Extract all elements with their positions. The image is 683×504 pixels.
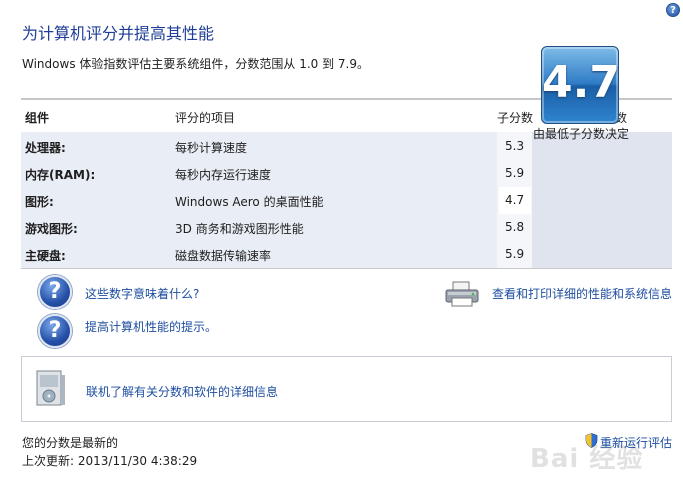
component-label: 内存(RAM): [25,168,96,182]
improve-tips-link[interactable]: 提高计算机性能的提示。 [85,318,217,335]
subscore-value: 5.8 [505,220,525,234]
header-component: 组件 [25,111,50,125]
what-numbers-mean-link[interactable]: 这些数字意味着什么? [85,285,199,302]
software-box-icon [36,370,65,406]
component-label: 处理器: [25,141,66,155]
help-icon[interactable]: ? [666,3,680,17]
subscore-value: 5.9 [505,247,525,261]
component-label: 图形: [25,195,54,209]
component-label: 游戏图形: [25,222,78,236]
last-update: 上次更新: 2013/11/30 4:38:29 [22,454,198,468]
divider [21,268,672,269]
online-info-link[interactable]: 联机了解有关分数和软件的详细信息 [86,383,278,400]
component-label: 主硬盘: [25,249,66,263]
table-row: 处理器: 每秒计算速度 5.3 [21,133,531,160]
table-row: 内存(RAM): 每秒内存运行速度 5.9 [21,160,531,187]
page-title: 为计算机评分并提高其性能 [22,24,215,43]
page-subtitle: Windows 体验指数评估主要系统组件，分数范围从 1.0 到 7.9。 [22,57,369,71]
question-icon: ? [38,275,72,309]
subscore-value: 4.7 [505,193,525,207]
base-score-badge: 4.7 [541,46,620,124]
shield-icon [585,433,598,448]
print-details-link[interactable]: 查看和打印详细的性能和系统信息 [492,285,672,302]
item-label: 每秒内存运行速度 [175,168,272,182]
score-status: 您的分数是最新的 [22,436,119,450]
base-score-value: 4.7 [542,57,620,108]
header-subscore: 子分数 [497,111,534,125]
question-icon: ? [38,314,72,348]
subscore-value: 5.9 [505,166,525,180]
base-score-panel [532,132,672,268]
rerun-assessment-link[interactable]: 重新运行评估 [600,434,672,451]
table-row: 主硬盘: 磁盘数据传输速率 5.9 [21,241,531,268]
item-label: 磁盘数据传输速率 [175,249,272,263]
item-label: Windows Aero 的桌面性能 [175,195,324,209]
subscore-value: 5.3 [505,139,525,153]
table-row: 图形: Windows Aero 的桌面性能 4.7 [21,187,531,214]
table-row: 游戏图形: 3D 商务和游戏图形性能 5.8 [21,214,531,241]
item-label: 3D 商务和游戏图形性能 [175,222,304,236]
header-item: 评分的项目 [175,111,236,125]
printer-icon [445,281,479,307]
base-score-caption: 由最低子分数决定 [533,127,630,141]
item-label: 每秒计算速度 [175,141,248,155]
